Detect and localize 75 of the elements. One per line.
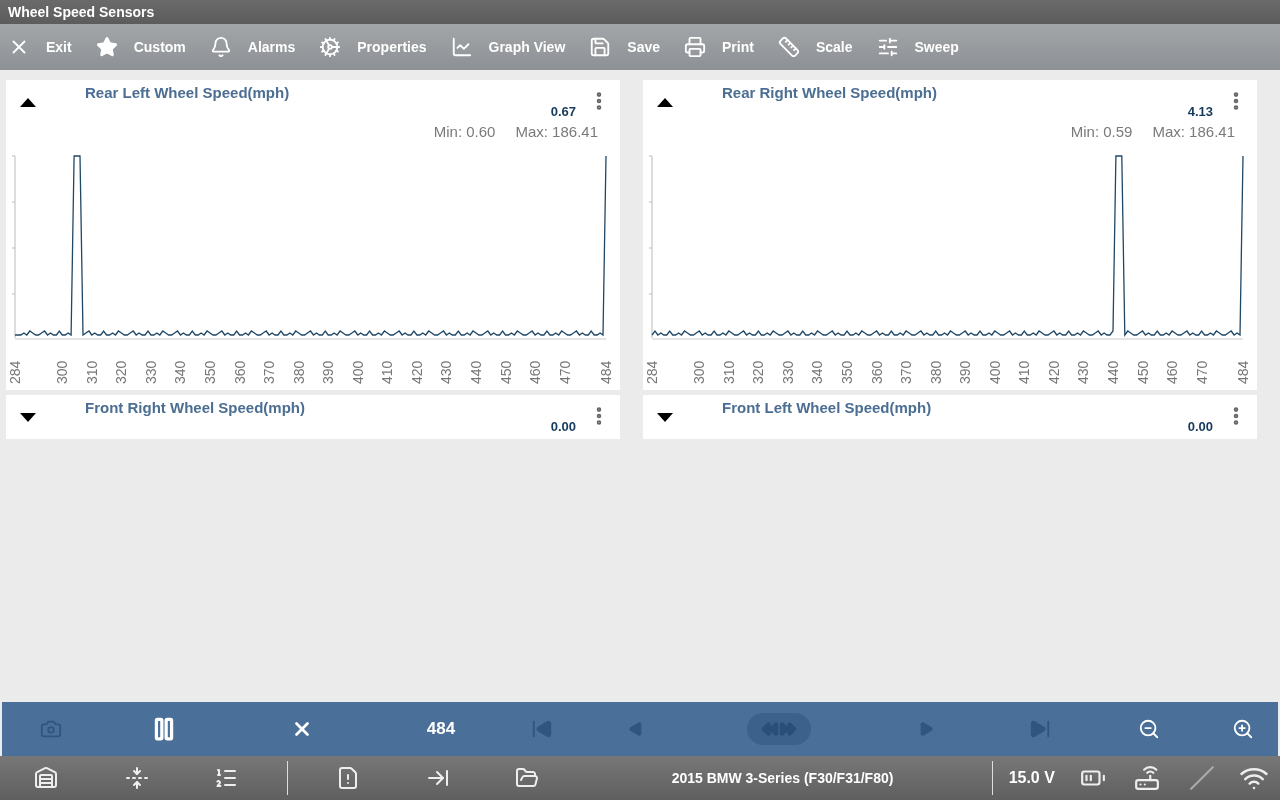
x-axis-label: 380 xyxy=(290,360,307,384)
x-axis-label: 484 xyxy=(598,360,614,384)
x-axis-label: 330 xyxy=(142,360,159,384)
x-axis-label: 284 xyxy=(7,360,23,384)
x-axis-label: 450 xyxy=(497,360,514,384)
x-axis-label: 340 xyxy=(172,360,189,384)
x-axis-label: 340 xyxy=(809,360,826,384)
panel-title: Front Right Wheel Speed(mph) xyxy=(85,399,305,416)
panel-title: Front Left Wheel Speed(mph) xyxy=(722,399,932,416)
current-value: 0.67 xyxy=(550,104,576,119)
printer-icon xyxy=(684,36,706,58)
x-axis-label: 430 xyxy=(438,360,455,384)
current-value: 0.00 xyxy=(550,419,576,434)
x-axis-label: 470 xyxy=(1193,360,1210,384)
x-axis-label: 310 xyxy=(83,360,100,384)
x-axis-label: 360 xyxy=(231,360,248,384)
line-chart-icon xyxy=(450,36,473,58)
x-axis-label: 320 xyxy=(750,360,767,384)
x-axis-label: 390 xyxy=(320,360,337,384)
toolbar-button[interactable]: Save xyxy=(589,27,672,67)
vehicle-name: 2015 BMW 3-Series (F30/F31/F80) xyxy=(670,770,895,786)
x-axis-label: 460 xyxy=(1164,360,1181,384)
min-value: Min: 0.60 xyxy=(433,123,496,140)
battery-voltage: 15.0 V xyxy=(1007,769,1056,787)
x-axis-label: 484 xyxy=(1235,360,1251,384)
x-axis-label: 420 xyxy=(1045,360,1062,384)
max-value: Max: 186.41 xyxy=(1152,123,1235,140)
x-axis-label: 400 xyxy=(349,360,366,384)
x-axis-label: 370 xyxy=(898,360,915,384)
max-value: Max: 186.41 xyxy=(515,123,598,140)
x-axis-label: 300 xyxy=(691,360,708,384)
current-value: 4.13 xyxy=(1187,104,1213,119)
zoom-in-icon[interactable] xyxy=(1232,718,1254,740)
x-axis-label: 460 xyxy=(527,360,544,384)
panel-title: Rear Right Wheel Speed(mph) xyxy=(722,84,938,101)
x-axis-label: 330 xyxy=(779,360,796,384)
min-value: Min: 0.59 xyxy=(1070,123,1133,140)
x-axis-label: 400 xyxy=(986,360,1003,384)
toolbar-button[interactable]: Alarms xyxy=(209,27,308,67)
zoom-out-icon[interactable] xyxy=(1137,718,1160,740)
x-axis-label: 350 xyxy=(202,360,219,384)
x-axis-label: 420 xyxy=(408,360,425,384)
x-axis-label: 390 xyxy=(957,360,974,384)
star-icon xyxy=(95,36,118,58)
toolbar-button[interactable]: Properties xyxy=(319,27,439,67)
toolbar-button[interactable]: Custom xyxy=(95,27,198,67)
panel-title: Rear Left Wheel Speed(mph) xyxy=(85,84,290,101)
toolbar-button[interactable]: Graph View xyxy=(450,27,578,67)
x-axis-label: 284 xyxy=(644,360,660,384)
window-title: Wheel Speed Sensors xyxy=(0,0,1280,24)
x-axis-label: 300 xyxy=(54,360,71,384)
x-axis-label: 440 xyxy=(1105,360,1121,384)
gear-icon xyxy=(319,36,342,58)
frame-position: 484 xyxy=(426,719,456,739)
toolbar-button[interactable]: Exit xyxy=(8,27,84,67)
x-axis-label: 470 xyxy=(556,360,573,384)
x-axis-label: 360 xyxy=(868,360,885,384)
x-axis-label: 410 xyxy=(1016,360,1033,384)
current-value: 0.00 xyxy=(1187,419,1213,434)
x-axis-label: 380 xyxy=(927,360,944,384)
sliders-icon xyxy=(876,36,899,58)
bell-icon xyxy=(209,36,232,58)
toolbar-button[interactable]: Scale xyxy=(777,27,865,67)
ruler-icon xyxy=(777,36,800,58)
x-axis-label: 310 xyxy=(720,360,737,384)
x-axis-label: 450 xyxy=(1134,360,1151,384)
x-axis-label: 370 xyxy=(261,360,278,384)
save-icon xyxy=(589,36,612,58)
x-axis-label: 430 xyxy=(1075,360,1092,384)
x-axis-label: 440 xyxy=(468,360,484,384)
x-axis-label: 350 xyxy=(839,360,856,384)
toolbar-button[interactable]: Sweep xyxy=(876,27,971,67)
toolbar-button[interactable]: Print xyxy=(684,27,766,67)
x-axis-label: 410 xyxy=(379,360,396,384)
x-axis-label: 320 xyxy=(113,360,130,384)
